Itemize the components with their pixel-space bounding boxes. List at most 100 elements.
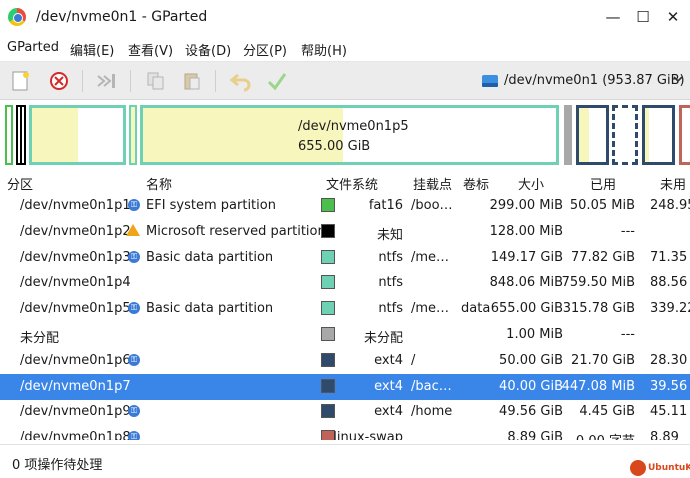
toolbar-separator [215,70,216,92]
cell-used: 50.05 MiB [569,198,635,213]
paste-icon[interactable] [180,69,204,93]
partition-graph: /dev/nvme0n1p5 655.00 GiB [0,100,690,170]
graph-partition-p2[interactable] [16,105,26,165]
cell-size: 8.89 GiB [507,430,563,440]
cell-used: 447.08 MiB [561,378,635,394]
copy-icon[interactable] [144,69,168,93]
maximize-button[interactable]: ☐ [630,4,656,30]
cell-unused: 248.95 [650,198,690,213]
col-size[interactable]: 大小 [518,174,544,193]
key-icon: ⚿ [128,353,140,366]
toolbar-separator [82,70,83,92]
menu-device[interactable]: 设备(D) [185,40,231,59]
cell-used: 77.82 GiB [571,249,635,265]
warning-icon [126,223,140,236]
minimize-button[interactable]: — [600,4,626,30]
graph-partition-p9[interactable] [642,105,675,165]
col-unused[interactable]: 未用 [660,174,686,193]
key-icon: ⚿ [128,431,140,440]
cell-partition: /dev/nvme0n1p1 [20,198,131,213]
key-icon: ⚿ [128,199,140,211]
cell-mountpoint: / [411,352,416,368]
cell-used: 759.50 MiB [561,275,635,291]
col-partition[interactable]: 分区 [7,174,33,193]
graph-unallocated[interactable] [564,105,572,165]
graph-partition-p4[interactable] [129,105,137,165]
resize-move-icon[interactable] [95,69,119,93]
cell-partition: /dev/nvme0n1p5 [20,301,131,317]
table-row[interactable]: /dev/nvme0n1p9 ⚿ ext4/home 49.56 GiB 4.45 Gi… [0,399,690,425]
cell-name: EFI system partition [146,198,276,213]
menu-gparted[interactable]: GParted [7,40,59,55]
cell-size: 128.00 MiB [489,223,563,239]
graph-partition-p1[interactable] [5,105,13,165]
cell-mountpoint: /me… [411,301,450,317]
cell-partition: /dev/nvme0n1p7 [20,378,131,394]
table-row[interactable]: /dev/nvme0n1p5 ⚿ Basic data partition ntfs /… [0,296,690,322]
chevron-down-icon [672,72,684,90]
cell-filesystem: ntfs [378,275,403,291]
table-row[interactable]: /dev/nvme0n1p8⚿ linux-swap 8.89 GiB0.00 字节… [0,425,690,440]
table-row[interactable]: 未分配 未分配 1.00 MiB --- [0,322,690,348]
undo-icon[interactable] [229,69,253,93]
apply-icon[interactable] [265,69,289,93]
key-icon: ⚿ [128,302,140,315]
title-bar: /dev/nvme0n1 - GParted — ☐ ✕ [0,0,690,34]
cell-partition: /dev/nvme0n1p9 [20,404,131,420]
cell-mountpoint: /home [411,404,453,420]
key-icon: ⚿ [128,405,140,418]
col-mountpoint[interactable]: 挂载点 [413,174,452,193]
cell-partition: /dev/nvme0n1p2 [20,223,131,239]
cell-partition: /dev/nvme0n1p4 [20,275,131,291]
graph-partition-p7[interactable] [612,105,638,165]
cell-size: 1.00 MiB [506,327,563,342]
col-used[interactable]: 已用 [590,174,616,193]
watermark-text: UbuntuKylin [648,463,690,473]
ubuntukylin-logo-icon [630,460,646,476]
cell-filesystem: ext4 [374,378,403,394]
col-label[interactable]: 卷标 [463,174,489,193]
table-header: 分区 名称 文件系统 挂载点 卷标 大小 已用 未用 [0,171,690,193]
close-button[interactable]: ✕ [660,4,686,30]
cell-size: 655.00 GiB [490,301,563,317]
cell-name: Microsoft reserved partition [146,223,326,239]
new-partition-icon[interactable] [9,69,33,93]
partition-table: /dev/nvme0n1p1 ⚿ EFI system partition fat16… [0,193,690,440]
drive-icon [480,71,500,95]
cell-name: Basic data partition [146,249,274,265]
cell-used: --- [620,327,635,342]
cell-filesystem: 未知 [376,227,403,243]
cell-unused: 45.11 [650,404,688,420]
cell-size: 149.17 GiB [490,249,563,265]
menu-bar: GParted 编辑(E) 查看(V) 设备(D) 分区(P) 帮助(H) [0,34,690,62]
status-bar: 0 项操作待处理 [0,444,690,478]
graph-partition-p6[interactable] [576,105,609,165]
watermark: UbuntuKylin [630,460,690,476]
gparted-app-icon [8,8,26,26]
cell-filesystem: linux-swap [333,430,403,440]
window-title: /dev/nvme0n1 - GParted [36,9,208,25]
table-row[interactable]: /dev/nvme0n1p3 ⚿ Basic data partition ntfs /… [0,245,690,271]
delete-partition-icon[interactable] [47,69,71,93]
cell-mountpoint: /me… [411,249,450,265]
graph-partition-p3[interactable] [29,105,126,165]
table-row[interactable]: /dev/nvme0n1p2 Microsoft reserved partiti… [0,219,690,245]
cell-unused: 339.22 [650,301,690,317]
menu-edit[interactable]: 编辑(E) [70,40,114,59]
table-row[interactable]: /dev/nvme0n1p4 ntfs 848.06 MiB 759.50 MiB 88… [0,270,690,296]
cell-mountpoint: /boo… [411,198,453,213]
graph-partition-p8[interactable] [679,105,690,165]
table-row[interactable]: /dev/nvme0n1p7 ext4/bac… 40.00 GiB 447.08 M… [0,373,690,400]
table-row[interactable]: /dev/nvme0n1p1 ⚿ EFI system partition fat16… [0,193,690,219]
col-filesystem[interactable]: 文件系统 [326,174,378,193]
table-row[interactable]: /dev/nvme0n1p6 ⚿ ext4 / 50.00 GiB 21.70 GiB 28… [0,348,690,374]
pending-operations: 0 项操作待处理 [12,458,103,473]
cell-size: 49.56 GiB [499,404,563,420]
col-name[interactable]: 名称 [146,174,172,193]
cell-filesystem: ntfs [378,249,403,265]
menu-help[interactable]: 帮助(H) [301,40,347,59]
menu-view[interactable]: 查看(V) [128,40,173,59]
graph-partition-p5[interactable]: /dev/nvme0n1p5 655.00 GiB [140,105,559,165]
device-selector[interactable]: /dev/nvme0n1 (953.87 GiB) [476,67,688,95]
menu-partition[interactable]: 分区(P) [243,40,287,59]
